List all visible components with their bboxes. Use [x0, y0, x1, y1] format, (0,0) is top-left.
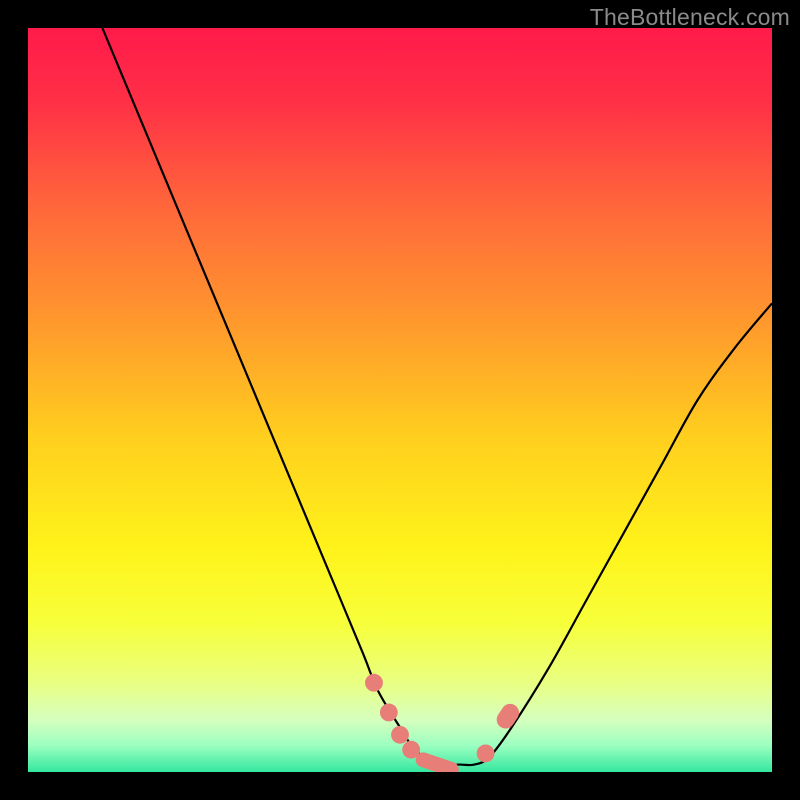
curve-dot-marker [365, 674, 383, 692]
curve-dot-marker [391, 726, 409, 744]
curve-dot-marker [380, 704, 398, 722]
watermark-text: TheBottleneck.com [590, 4, 790, 31]
chart-frame [28, 28, 772, 772]
curve-dot-marker [477, 744, 495, 762]
chart-svg [28, 28, 772, 772]
gradient-background [28, 28, 772, 772]
